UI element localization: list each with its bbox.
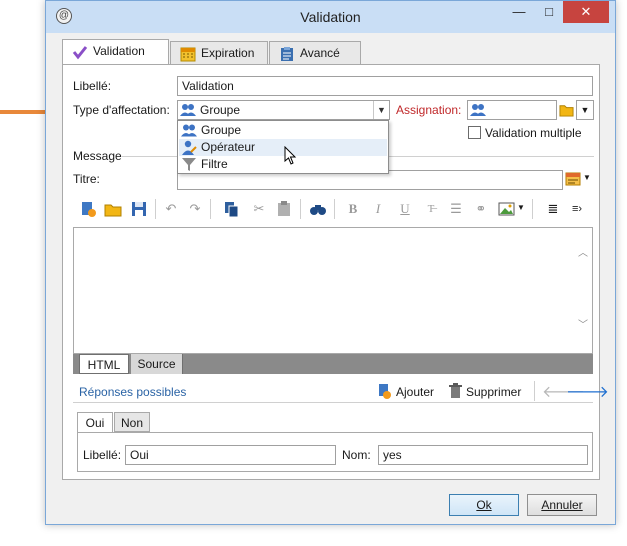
assignation-label: Assignation: [396,103,462,117]
editor-mode-bar: HTML Source [73,354,593,374]
response-libelle-input[interactable]: Oui [125,445,336,465]
tab-source[interactable]: Source [131,354,183,374]
link-icon[interactable]: ⚭ [472,200,490,218]
type-affectation-value: Groupe [200,103,241,117]
tab-label: Expiration [201,46,255,60]
menu-item-filtre[interactable]: Filtre [179,156,387,173]
tab-oui[interactable]: Oui [77,412,113,432]
close-button[interactable]: ✕ [563,1,609,23]
toolbar-separator [155,199,156,219]
clear-format-icon[interactable]: T̶ [422,200,440,218]
editor-scrollbar[interactable]: ︿ ﹀ [575,228,592,353]
image-icon[interactable] [498,200,516,218]
ok-button[interactable]: Ok [449,494,519,516]
toolbar-separator [334,199,335,219]
tab-html[interactable]: HTML [79,354,129,374]
list-icon[interactable]: ☰ [447,200,465,218]
validation-multiple-checkbox[interactable] [468,126,481,139]
mouse-cursor-icon [284,146,297,165]
tab-validation[interactable]: Validation [62,39,169,66]
cut-icon[interactable]: ✂ [250,200,268,218]
copy-icon[interactable] [222,200,240,218]
response-libelle-label: Libellé: [83,448,122,462]
operator-icon [182,140,197,155]
menu-item-label: Groupe [201,123,242,137]
response-nom-label: Nom: [342,448,371,462]
check-icon [72,46,88,60]
find-binoculars-icon[interactable] [309,200,327,218]
toolbar-separator [210,199,211,219]
chevron-down-icon[interactable]: ▼ [517,203,525,212]
save-icon[interactable] [130,200,148,218]
add-icon[interactable] [376,383,392,399]
bold-icon[interactable]: B [344,200,362,218]
title-bar: @ Validation — □ ✕ [46,1,615,33]
maximize-button[interactable]: □ [535,1,563,23]
scroll-down-icon[interactable]: ﹀ [578,316,588,331]
assignation-dropdown-button[interactable]: ▼ [576,100,594,120]
group-icon [181,124,197,137]
align-icon[interactable]: ≣ [544,200,562,218]
type-affectation-label: Type d'affectation: [73,103,170,117]
menu-item-operateur[interactable]: Opérateur [179,139,387,156]
tab-label: Validation [93,44,145,58]
chevron-down-icon[interactable]: ▼ [583,173,591,182]
reponses-possibles-label: Réponses possibles [79,385,187,399]
calendar-icon [180,47,196,62]
toolbar-separator [532,199,533,219]
cancel-button[interactable]: Annuler [527,494,597,516]
chevron-down-icon: ▼ [580,105,590,115]
undo-icon[interactable]: ↶ [162,200,180,218]
redo-icon[interactable]: ↷ [186,200,204,218]
tab-label: Avancé [300,46,340,60]
responses-divider [73,402,593,403]
scroll-up-icon[interactable]: ︿ [578,244,588,259]
new-document-icon[interactable] [79,200,97,218]
tab-non[interactable]: Non [114,412,150,432]
type-affectation-dropdown-menu: Groupe Opérateur Filtre [177,120,389,174]
filter-icon [182,158,196,171]
toolbar-separator [300,199,301,219]
chevron-down-icon[interactable]: ▼ [373,101,389,119]
type-affectation-select[interactable]: Groupe ▼ [177,100,390,120]
message-editor[interactable]: ︿ ﹀ [73,227,593,354]
cancel-label: Annuler [541,498,583,512]
libelle-input[interactable]: Validation [177,76,593,96]
group-icon [470,104,486,116]
ok-label: Ok [476,498,492,512]
add-button[interactable]: Ajouter [396,385,434,399]
menu-item-groupe[interactable]: Groupe [179,122,387,139]
tab-expiration[interactable]: Expiration [170,41,268,66]
minimize-button[interactable]: — [505,1,533,23]
response-nom-input[interactable]: yes [378,445,588,465]
underline-icon[interactable]: U [396,200,414,218]
trash-icon[interactable] [448,383,463,399]
message-section-label: Message [73,149,122,163]
italic-icon[interactable]: I [369,200,387,218]
tab-avance[interactable]: Avancé [269,41,361,66]
folder-icon[interactable] [559,102,574,117]
clipboard-icon [281,47,293,61]
menu-item-label: Filtre [201,157,228,171]
indent-icon[interactable]: ≡› [568,200,586,218]
menu-item-label: Opérateur [201,140,256,154]
libelle-label: Libellé: [73,79,112,93]
validation-multiple-label: Validation multiple [485,126,582,140]
delete-button[interactable]: Supprimer [466,385,521,399]
validation-dialog: @ Validation — □ ✕ Validation Expiration… [45,0,616,525]
open-folder-icon[interactable] [104,200,122,218]
titre-label: Titre: [73,172,100,186]
toolbar-separator [534,381,535,401]
assignation-input[interactable] [467,100,557,120]
group-icon [180,104,196,116]
arrow-right-icon[interactable]: 🡒 [566,381,609,402]
paste-icon[interactable] [275,200,293,218]
personalize-icon[interactable] [565,171,581,187]
